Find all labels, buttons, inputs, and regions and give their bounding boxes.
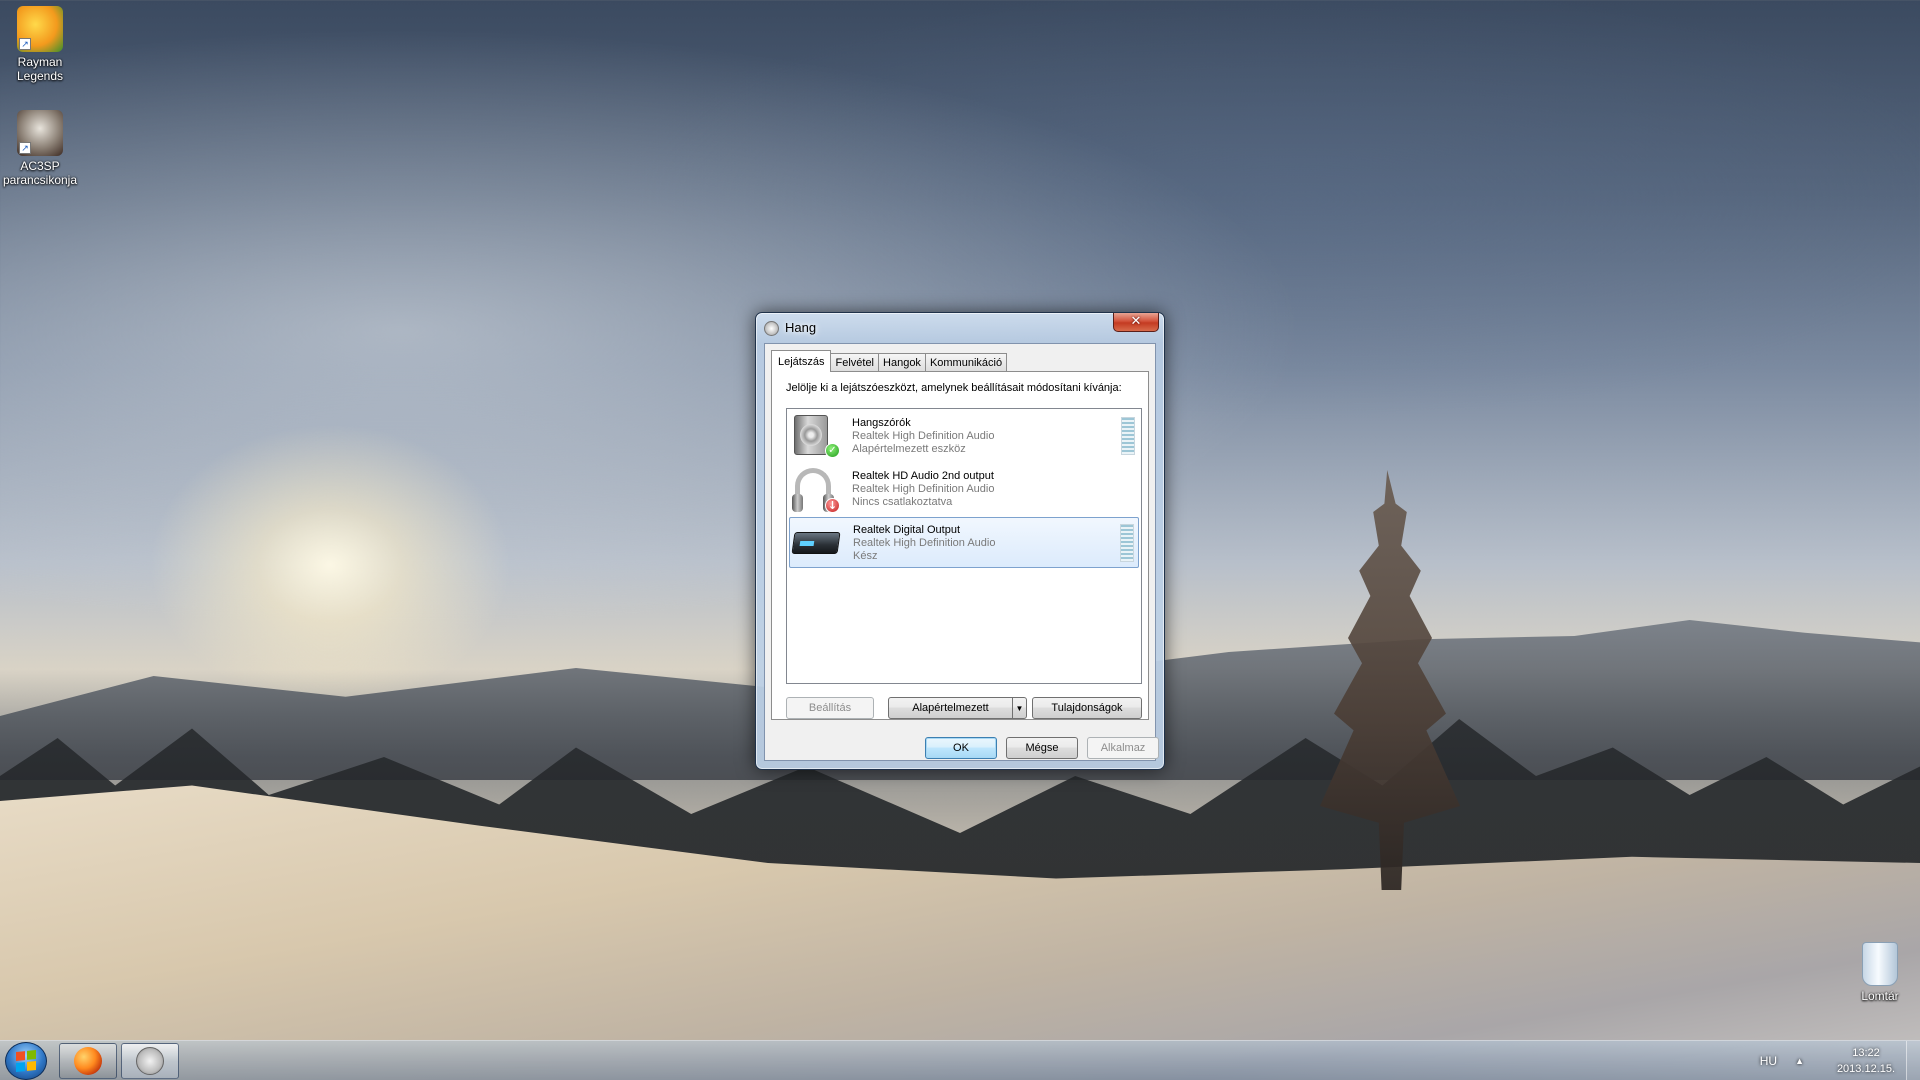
playback-tab-panel: Jelölje ki a lejátszóeszközt, amelynek b… [771,371,1149,720]
set-default-dropdown[interactable]: ▼ [1012,697,1027,719]
taskbar-button-sound[interactable] [121,1043,179,1079]
playback-device-list[interactable]: ✓ Hangszórók Realtek High Definition Aud… [786,408,1142,684]
window-title: Hang [785,320,817,335]
device-driver: Realtek High Definition Audio [852,483,995,495]
speaker-device-icon [794,415,828,455]
clock[interactable]: 13:22 2013.12.15. [1826,1045,1906,1077]
speaker-icon [136,1047,164,1075]
system-tray: HU ▲ 13:22 2013.12.15. [1760,1041,1920,1080]
device-status: Alapértelmezett eszköz [852,443,966,455]
tab-recording[interactable]: Felvétel [830,353,880,372]
tab-strip: Lejátszás Felvétel Hangok Kommunikáció [771,350,1008,372]
clock-date: 2013.12.15. [1836,1063,1896,1075]
speaker-title-icon [764,321,779,336]
volume-level-meter [1121,417,1135,455]
device-name: Realtek HD Audio 2nd output [852,470,994,482]
tab-communications[interactable]: Kommunikáció [924,353,1008,372]
dialog-client-area: Lejátszás Felvétel Hangok Kommunikáció J… [764,343,1159,761]
device-item-speakers[interactable]: ✓ Hangszórók Realtek High Definition Aud… [789,411,1139,462]
shortcut-arrow-icon: ↗ [19,142,31,154]
instruction-text: Jelölje ki a lejátszóeszközt, amelynek b… [786,382,1122,394]
device-name: Hangszórók [852,417,911,429]
set-default-button[interactable]: Alapértelmezett [888,697,1013,719]
ok-button[interactable]: OK [925,737,997,759]
device-driver: Realtek High Definition Audio [852,430,995,442]
device-status: Kész [853,550,878,562]
clock-time: 13:22 [1852,1047,1880,1059]
desktop-icon-label: Lomtár [1861,989,1899,1003]
unplugged-icon: ↓ [825,498,840,513]
desktop-icon-ac3sp[interactable]: ↗ AC3SP parancsikonja [0,110,80,187]
set-default-split-button: Alapértelmezett ▼ [888,697,1028,719]
start-button[interactable] [5,1042,47,1080]
windows-logo-icon [16,1049,36,1073]
cancel-button[interactable]: Mégse [1006,737,1078,759]
tab-sounds[interactable]: Hangok [878,353,926,372]
default-check-icon: ✓ [825,443,840,458]
close-button[interactable]: ✕ [1113,313,1159,332]
device-item-digital-output[interactable]: Realtek Digital Output Realtek High Defi… [789,517,1139,568]
device-driver: Realtek High Definition Audio [853,537,996,549]
tab-playback[interactable]: Lejátszás [771,350,832,372]
ac3sp-icon: ↗ [17,110,63,156]
digital-output-device-icon [791,532,841,554]
show-hidden-icons-arrow[interactable]: ▲ [1795,1056,1804,1066]
desktop-icon-rayman-legends[interactable]: ↗ Rayman Legends [0,6,80,83]
shortcut-arrow-icon: ↗ [19,38,31,50]
rayman-legends-icon: ↗ [17,6,63,52]
show-desktop-button[interactable] [1906,1041,1920,1080]
configure-button[interactable]: Beállítás [786,697,874,719]
desktop-icon-label: Rayman [17,55,63,69]
chevron-down-icon: ▼ [1015,703,1024,713]
device-name: Realtek Digital Output [853,524,960,536]
taskbar: HU ▲ 13:22 2013.12.15. [0,1040,1920,1080]
title-bar[interactable]: Hang ✕ [756,313,1164,343]
properties-button[interactable]: Tulajdonságok [1032,697,1142,719]
taskbar-button-firefox[interactable] [59,1043,117,1079]
sound-dialog: Hang ✕ Lejátszás Felvétel Hangok Kommuni… [755,312,1165,770]
headphones-device-icon [792,468,834,512]
desktop-icon-label: Legends [16,69,64,83]
desktop-icon-recycle-bin[interactable]: Lomtár [1840,942,1920,1003]
apply-button[interactable]: Alkalmaz [1087,737,1159,759]
device-item-hd-audio-2nd-output[interactable]: ↓ Realtek HD Audio 2nd output Realtek Hi… [789,464,1139,515]
device-status: Nincs csatlakoztatva [852,496,953,508]
firefox-icon [74,1047,102,1075]
recycle-bin-icon [1862,942,1898,986]
volume-level-meter [1120,524,1134,562]
desktop-icon-label: parancsikonja [2,173,78,187]
language-indicator[interactable]: HU [1760,1054,1777,1068]
desktop-icon-label: AC3SP [20,159,60,173]
